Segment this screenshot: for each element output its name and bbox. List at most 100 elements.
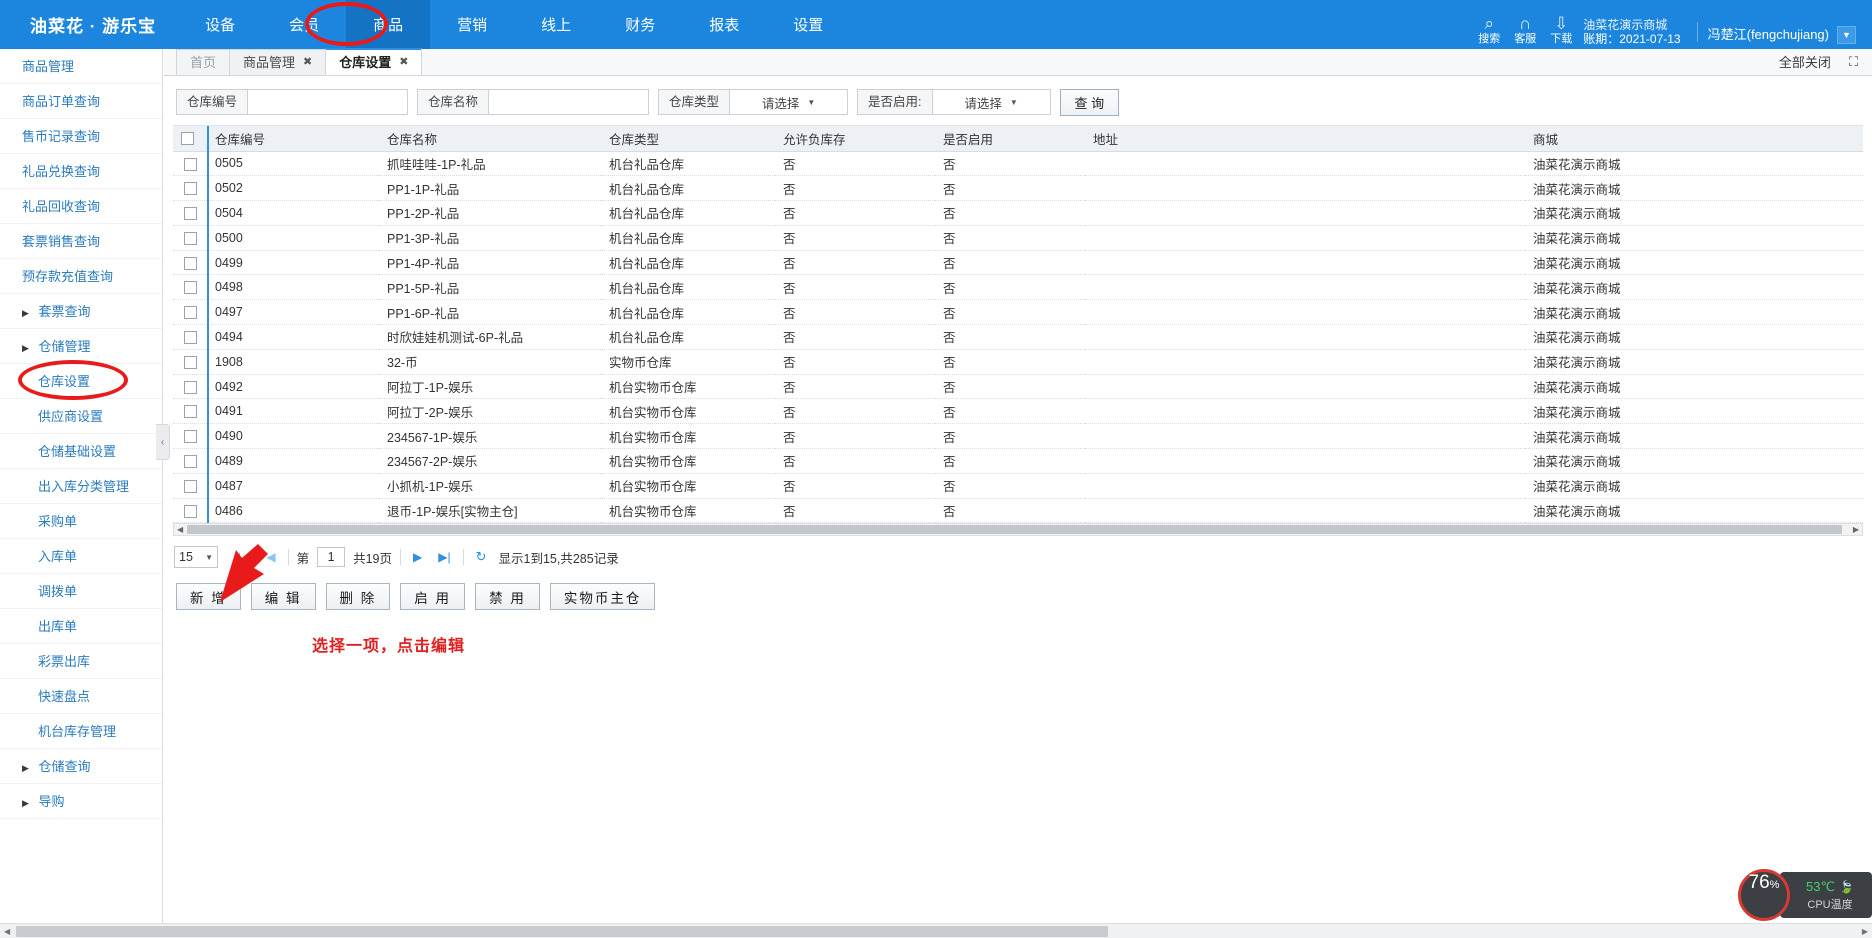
sidebar-item-ticket-query[interactable]: ▶ 套票查询 xyxy=(0,294,162,329)
search-tool[interactable]: ⌕ 搜索 xyxy=(1471,0,1507,49)
table-row[interactable]: 1908 32-币 实物币仓库否否油菜花演示商城 xyxy=(173,349,1863,375)
row-checkbox-cell[interactable] xyxy=(173,225,207,251)
support-tool[interactable]: ∩ 客服 xyxy=(1507,0,1543,49)
sidebar-item-product-management[interactable]: 商品管理 xyxy=(0,49,162,84)
last-page-button[interactable]: ▶| xyxy=(430,550,458,564)
tab-home[interactable]: 首页 xyxy=(176,49,231,75)
close-all-tabs-button[interactable]: 全部关闭 xyxy=(1779,52,1831,71)
column-header-name[interactable]: 仓库名称 xyxy=(379,126,601,152)
column-header-type[interactable]: 仓库类型 xyxy=(601,126,775,152)
edit-button[interactable]: 编 辑 xyxy=(250,583,316,611)
sidebar-item-transfer-order[interactable]: 调拨单 xyxy=(0,574,162,609)
table-row[interactable]: 0487 小抓机-1P-娱乐 机台实物币仓库否否油菜花演示商城 xyxy=(173,473,1863,499)
physical-coin-main-warehouse-button[interactable]: 实物币主仓 xyxy=(549,583,656,611)
prev-page-button[interactable]: ◀ xyxy=(258,550,283,564)
sidebar-item-outbound-order[interactable]: 出库单 xyxy=(0,609,162,644)
nav-item-devices[interactable]: 设备 xyxy=(178,0,262,49)
page-horizontal-scrollbar[interactable]: ◀ ▶ xyxy=(0,923,1872,938)
row-checkbox-cell[interactable] xyxy=(173,200,207,226)
nav-item-online[interactable]: 线上 xyxy=(514,0,598,49)
row-checkbox[interactable] xyxy=(183,182,197,196)
row-checkbox-cell[interactable] xyxy=(173,299,207,326)
nav-item-marketing[interactable]: 营销 xyxy=(430,0,514,49)
table-row[interactable]: 0504 PP1-2P-礼品 机台礼品仓库否否油菜花演示商城 xyxy=(173,200,1863,226)
table-row[interactable]: 0486 退币-1P-娱乐[实物主仓] 机台实物币仓库否否油菜花演示商城 xyxy=(173,498,1863,524)
enabled-select[interactable]: 请选择 ▼ xyxy=(932,89,1051,115)
next-page-button[interactable]: ▶ xyxy=(405,550,430,564)
select-all-checkbox[interactable] xyxy=(181,132,194,146)
sidebar-item-gift-recycle-query[interactable]: 礼品回收查询 xyxy=(0,189,162,224)
row-checkbox-cell[interactable] xyxy=(173,151,207,177)
sidebar-item-inout-category-management[interactable]: 出入库分类管理 xyxy=(0,469,162,504)
sidebar-item-inbound-order[interactable]: 入库单 xyxy=(0,539,162,574)
table-row[interactable]: 0490 234567-1P-娱乐 机台实物币仓库否否油菜花演示商城 xyxy=(173,423,1863,450)
page-number-input[interactable] xyxy=(317,547,346,568)
row-checkbox-cell[interactable] xyxy=(173,398,207,425)
sidebar-item-purchase-order[interactable]: 采购单 xyxy=(0,504,162,539)
sidebar-item-warehouse-settings[interactable]: 仓库设置 xyxy=(0,364,162,399)
row-checkbox[interactable] xyxy=(183,231,197,245)
row-checkbox[interactable] xyxy=(183,306,197,320)
row-checkbox[interactable] xyxy=(183,430,197,444)
table-row[interactable]: 0502 PP1-1P-礼品 机台礼品仓库否否油菜花演示商城 xyxy=(173,175,1863,202)
nav-item-members[interactable]: 会员 xyxy=(262,0,346,49)
column-header-code[interactable]: 仓库编号 xyxy=(207,126,379,152)
row-checkbox-cell[interactable] xyxy=(173,250,207,276)
nav-item-finance[interactable]: 财务 xyxy=(598,0,682,49)
row-checkbox[interactable] xyxy=(183,157,197,171)
fullscreen-icon[interactable]: ⛶ xyxy=(1849,54,1858,70)
column-header-enabled[interactable]: 是否启用 xyxy=(935,126,1085,152)
user-name[interactable]: 冯楚江(fengchujiang) xyxy=(1708,24,1829,49)
table-row[interactable]: 0497 PP1-6P-礼品 机台礼品仓库否否油菜花演示商城 xyxy=(173,299,1863,326)
tab-warehouse-settings[interactable]: 仓库设置 ✖ xyxy=(325,48,423,75)
row-checkbox[interactable] xyxy=(183,331,197,345)
table-row[interactable]: 0498 PP1-5P-礼品 机台礼品仓库否否油菜花演示商城 xyxy=(173,274,1863,301)
table-row[interactable]: 0505 抓哇哇哇-1P-礼品 机台礼品仓库否否油菜花演示商城 xyxy=(173,151,1863,177)
row-checkbox[interactable] xyxy=(183,504,197,518)
enable-button[interactable]: 启 用 xyxy=(400,583,466,611)
sidebar-item-prepaid-recharge-query[interactable]: 预存款充值查询 xyxy=(0,259,162,294)
row-checkbox-cell[interactable] xyxy=(173,448,207,474)
table-row[interactable]: 0492 阿拉丁-1P-娱乐 机台实物币仓库否否油菜花演示商城 xyxy=(173,374,1863,400)
disable-button[interactable]: 禁 用 xyxy=(475,583,540,611)
row-checkbox-cell[interactable] xyxy=(173,473,207,499)
sidebar-item-supplier-settings[interactable]: 供应商设置 xyxy=(0,399,162,434)
warehouse-code-input[interactable] xyxy=(248,89,409,115)
sidebar-item-ticket-sales-query[interactable]: 套票销售查询 xyxy=(0,224,162,259)
table-row[interactable]: 0500 PP1-3P-礼品 机台礼品仓库否否油菜花演示商城 xyxy=(173,225,1863,251)
table-row[interactable]: 0489 234567-2P-娱乐 机台实物币仓库否否油菜花演示商城 xyxy=(173,448,1863,474)
row-checkbox[interactable] xyxy=(183,207,197,221)
tab-product-management[interactable]: 商品管理 ✖ xyxy=(229,49,327,75)
table-row[interactable]: 0499 PP1-4P-礼品 机台礼品仓库否否油菜花演示商城 xyxy=(173,250,1863,276)
first-page-button[interactable]: |◀ xyxy=(230,550,258,564)
page-scroll-thumb[interactable] xyxy=(16,925,1108,937)
row-checkbox[interactable] xyxy=(183,479,197,493)
refresh-icon[interactable]: ↻ xyxy=(468,549,495,565)
query-button[interactable]: 查 询 xyxy=(1059,88,1120,116)
scroll-left-icon[interactable]: ◀ xyxy=(177,525,183,534)
row-checkbox-cell[interactable] xyxy=(173,274,207,301)
nav-item-reports[interactable]: 报表 xyxy=(682,0,766,49)
row-checkbox[interactable] xyxy=(183,405,197,419)
row-checkbox-cell[interactable] xyxy=(173,498,207,524)
scroll-thumb[interactable] xyxy=(187,525,1842,535)
warehouse-name-input[interactable] xyxy=(489,89,650,115)
delete-button[interactable]: 删 除 xyxy=(325,583,391,611)
row-checkbox[interactable] xyxy=(183,380,197,394)
row-checkbox-cell[interactable] xyxy=(173,349,207,375)
sidebar-item-warehouse-base-settings[interactable]: 仓储基础设置 xyxy=(0,434,162,469)
sidebar-item-gift-exchange-query[interactable]: 礼品兑换查询 xyxy=(0,154,162,189)
sidebar-item-coin-sales-query[interactable]: 售币记录查询 xyxy=(0,119,162,154)
sidebar-item-warehouse-management[interactable]: ▶ 仓储管理 xyxy=(0,329,162,364)
sidebar-collapse-toggle[interactable]: ‹ xyxy=(156,424,170,460)
table-horizontal-scrollbar[interactable]: ◀ ▶ xyxy=(173,523,1863,537)
nav-item-settings[interactable]: 设置 xyxy=(766,0,850,49)
page-scroll-left-icon[interactable]: ◀ xyxy=(4,927,10,936)
column-header-address[interactable]: 地址 xyxy=(1085,126,1525,152)
sidebar-item-machine-inventory-management[interactable]: 机台库存管理 xyxy=(0,714,162,749)
sidebar-item-quick-stocktake[interactable]: 快速盘点 xyxy=(0,679,162,714)
download-tool[interactable]: ⇩ 下载 xyxy=(1543,0,1579,49)
row-checkbox[interactable] xyxy=(183,281,197,295)
sidebar-item-warehouse-query[interactable]: ▶ 仓储查询 xyxy=(0,749,162,784)
row-checkbox-cell[interactable] xyxy=(173,324,207,350)
